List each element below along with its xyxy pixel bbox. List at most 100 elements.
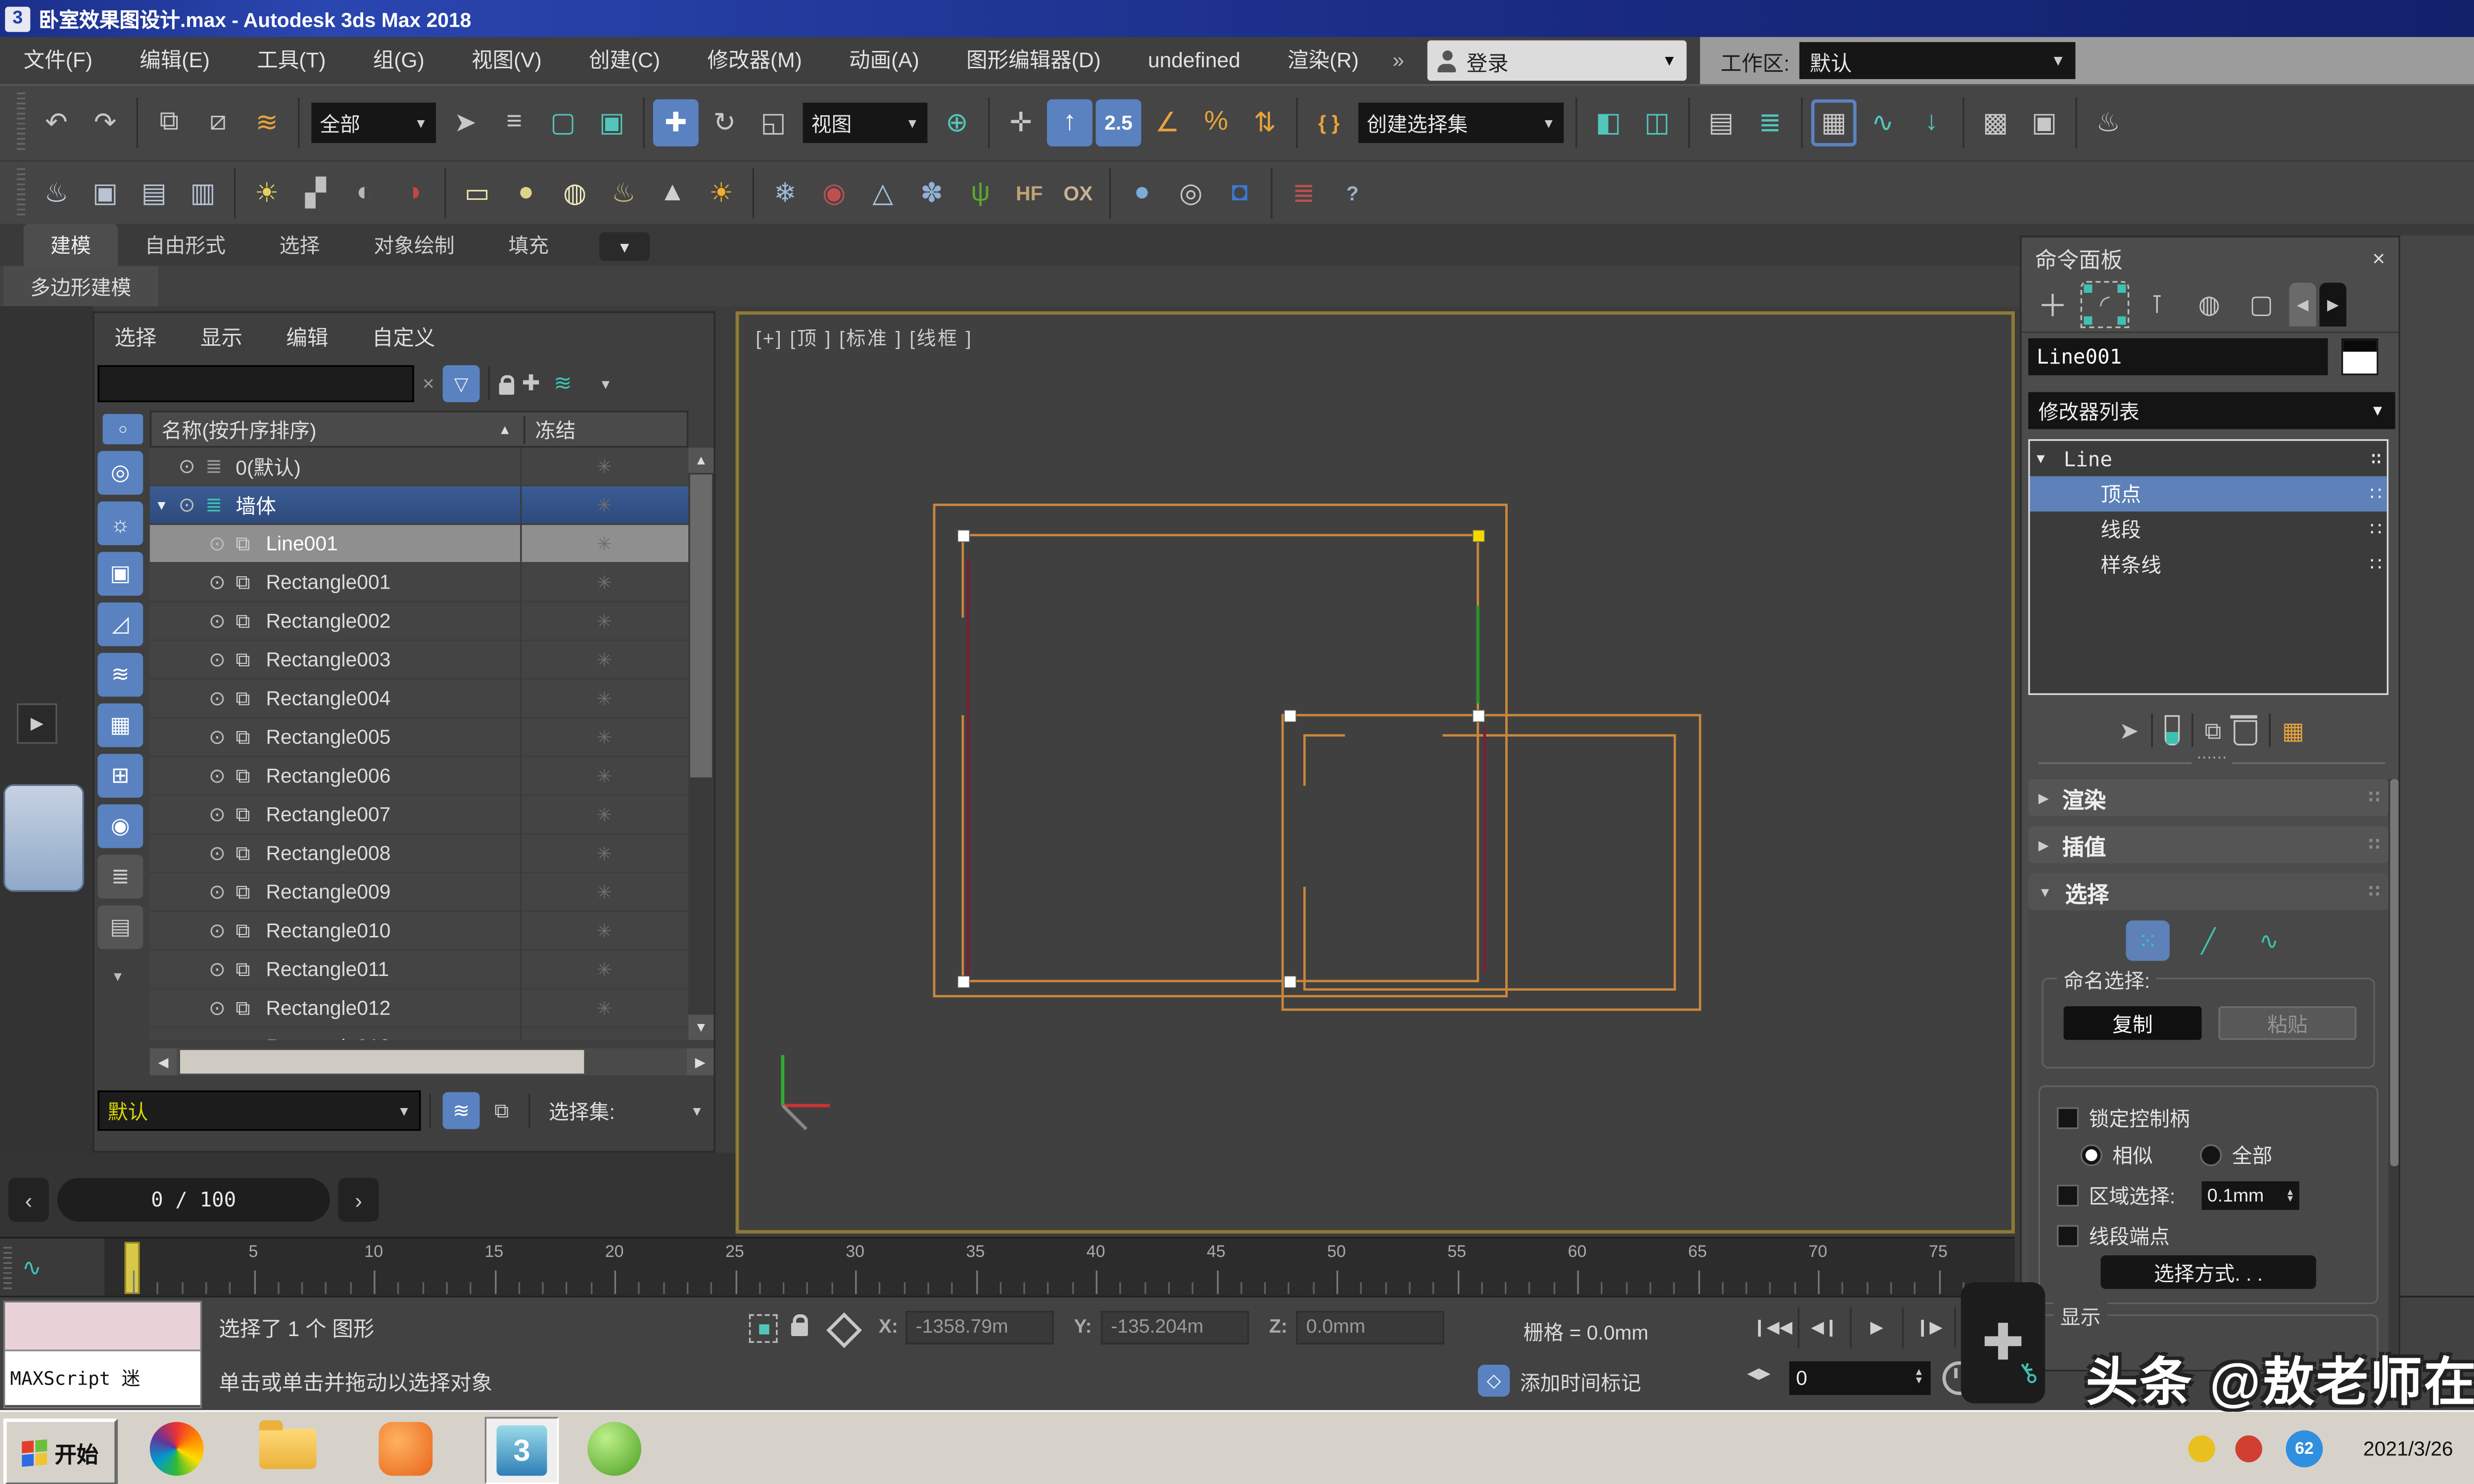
schematic-view-icon[interactable]: ↓: [1909, 99, 1954, 146]
polygon-modeling-panel[interactable]: 多边形建模: [3, 266, 158, 306]
top-viewport[interactable]: [+] [顶 ] [标准 ] [线框 ]: [736, 311, 2015, 1233]
vertex-mode-icon[interactable]: ⁙: [2126, 921, 2169, 961]
tab-hierarchy[interactable]: ⊺: [2133, 281, 2182, 328]
camera-icon[interactable]: ▞: [293, 169, 338, 216]
scene-row-Line001[interactable]: ⊙⧉Line001✳: [150, 525, 689, 563]
workspace-dropdown[interactable]: 默认 ▼: [1800, 42, 2076, 79]
scroll-down-icon[interactable]: ▼: [688, 1015, 714, 1040]
scroll-right-icon[interactable]: ▶: [687, 1048, 714, 1075]
frame-counter[interactable]: 0 / 100: [57, 1178, 330, 1221]
visibility-eye-icon[interactable]: ⊙: [209, 841, 236, 865]
rollout-interpolation[interactable]: ▶插值∷: [2028, 826, 2388, 863]
area-selection-checkbox[interactable]: [2057, 1185, 2079, 1206]
named-selection-icon[interactable]: { }: [1306, 99, 1352, 146]
freeze-toggle-icon[interactable]: ✳: [520, 842, 688, 864]
taskbar-app-sphere[interactable]: [142, 1417, 212, 1481]
visibility-eye-icon[interactable]: ⊙: [209, 532, 236, 556]
menu-item-编辑(E)[interactable]: 编辑(E): [116, 37, 234, 84]
close-icon[interactable]: ×: [2373, 245, 2385, 270]
all-radio[interactable]: [2200, 1144, 2222, 1166]
select-object-icon[interactable]: ➤: [443, 99, 488, 146]
explorer-menu-编辑[interactable]: 编辑: [286, 320, 328, 352]
scene-row-Rectangle001[interactable]: ⊙⧉Rectangle001✳: [150, 564, 689, 603]
object-color-swatch[interactable]: [2341, 338, 2379, 375]
visibility-eye-icon[interactable]: ⊙: [179, 493, 205, 517]
clear-search-icon[interactable]: ×: [423, 372, 434, 396]
filter-more-icon[interactable]: ▤: [97, 905, 143, 949]
render-icon[interactable]: ♨: [2086, 99, 2131, 146]
selection-region-icon[interactable]: [749, 1314, 778, 1343]
make-unique-icon[interactable]: ⧉: [2205, 716, 2222, 744]
x-coordinate-field[interactable]: -1358.79m: [905, 1311, 1053, 1345]
visibility-eye-icon[interactable]: ⊙: [209, 764, 236, 788]
similar-radio[interactable]: [2081, 1144, 2102, 1166]
tab-motion[interactable]: ◍: [2185, 281, 2234, 328]
selection-filter-dropdown[interactable]: 全部▼: [311, 103, 436, 143]
rollout-render[interactable]: ▶渲染∷: [2028, 779, 2388, 816]
active-layer-dropdown[interactable]: 默认 ▼: [97, 1090, 421, 1131]
bind-to-space-warp-icon[interactable]: ≋: [244, 99, 289, 146]
select-scale-icon[interactable]: ◱: [751, 99, 796, 146]
select-by-name-icon[interactable]: ≡: [491, 99, 537, 146]
visibility-eye-icon[interactable]: ⊙: [209, 996, 236, 1020]
display-column-icon[interactable]: ○: [103, 414, 143, 444]
filter-funnel-icon[interactable]: ▽: [443, 365, 480, 402]
filter-groups-icon[interactable]: ▦: [97, 703, 143, 747]
sort-ascending-icon[interactable]: ▲: [498, 421, 512, 437]
freeze-toggle-icon[interactable]: ✳: [520, 726, 688, 748]
scene-row-0(默认)[interactable]: ⊙≣0(默认)✳: [150, 448, 689, 486]
angle-snap-icon[interactable]: ∠: [1144, 99, 1190, 146]
render-production-icon[interactable]: ♨: [34, 169, 79, 216]
rect-light-icon[interactable]: ▭: [454, 169, 500, 216]
visibility-eye-icon[interactable]: ⊙: [209, 880, 236, 904]
layer-mode-icon[interactable]: ≋: [443, 1092, 480, 1129]
visibility-eye-icon[interactable]: ⊙: [209, 725, 236, 749]
select-rotate-icon[interactable]: ↻: [702, 99, 748, 146]
remove-modifier-icon[interactable]: [2233, 720, 2257, 745]
taskbar-app-folder[interactable]: [252, 1417, 323, 1481]
freeze-column-header[interactable]: 冻结: [523, 415, 702, 444]
sphere-marquee-icon[interactable]: ◘: [1217, 169, 1263, 216]
ribbon-tab-自由形式[interactable]: 自由形式: [118, 224, 252, 266]
sphere-light-icon[interactable]: ●: [503, 169, 549, 216]
freeze-toggle-icon[interactable]: ✳: [520, 881, 688, 903]
lock-icon[interactable]: [499, 382, 515, 394]
filter-lights-icon[interactable]: ☼: [97, 502, 143, 545]
list-vertical-scrollbar[interactable]: ▲ ▼: [688, 448, 714, 1040]
taskbar-app-orange[interactable]: [370, 1417, 441, 1481]
y-coordinate-field[interactable]: -135.204m: [1101, 1311, 1249, 1345]
window-crossing-icon[interactable]: ▣: [589, 99, 635, 146]
pin-stack-icon[interactable]: ➤: [2119, 716, 2139, 744]
scrollbar-thumb[interactable]: [690, 474, 712, 777]
magnify-icon[interactable]: ◎: [1168, 169, 1214, 216]
list-column-headers[interactable]: ○ 名称(按升序排序) ▲ 冻结: [150, 411, 689, 448]
render-frame-window-icon[interactable]: ▤: [131, 169, 177, 216]
scene-row-Rectangle013[interactable]: ⊙⧉Rectangle013✳: [150, 1028, 689, 1040]
ribbon-tab-选择[interactable]: 选择: [252, 224, 347, 266]
list-horizontal-scrollbar[interactable]: ◀ ▶: [150, 1047, 714, 1077]
menu-item-创建(C)[interactable]: 创建(C): [565, 37, 683, 84]
explorer-menu-自定义[interactable]: 自定义: [372, 320, 435, 352]
layers-icon[interactable]: ≋: [554, 370, 572, 397]
rollout-selection[interactable]: ▼选择∷: [2028, 874, 2388, 911]
snap-toggle-icon[interactable]: ↑: [1047, 99, 1093, 146]
visibility-eye-icon[interactable]: ⊙: [209, 803, 236, 827]
menu-item-组(G)[interactable]: 组(G): [349, 37, 448, 84]
freeze-toggle-icon[interactable]: ✳: [520, 455, 688, 477]
filter-visibility-icon[interactable]: ◉: [97, 804, 143, 848]
snap-25-icon[interactable]: 2.5: [1096, 99, 1142, 146]
mini-curve-editor-icon[interactable]: ∿: [22, 1253, 42, 1282]
login-dropdown-arrow-icon[interactable]: ▼: [1662, 52, 1677, 69]
list-arrow-icon[interactable]: ≣: [1281, 169, 1327, 216]
freeze-toggle-icon[interactable]: ✳: [520, 765, 688, 787]
visibility-eye-icon[interactable]: ⊙: [209, 1035, 236, 1040]
scene-row-Rectangle009[interactable]: ⊙⧉Rectangle009✳: [150, 874, 689, 912]
scene-row-Rectangle003[interactable]: ⊙⧉Rectangle003✳: [150, 641, 689, 680]
freeze-toggle-icon[interactable]: ✳: [520, 688, 688, 709]
track-bar-timeline[interactable]: ∿ 51015202530354045505560657075: [0, 1237, 2015, 1297]
menu-item-undefined[interactable]: undefined: [1124, 37, 1264, 84]
stack-item-顶点[interactable]: 顶点∷: [2030, 476, 2387, 511]
hierarchy-mode-icon[interactable]: ⧉: [483, 1092, 520, 1129]
disc-light-icon[interactable]: ◍: [552, 169, 598, 216]
stack-item-线段[interactable]: 线段∷: [2030, 511, 2387, 547]
